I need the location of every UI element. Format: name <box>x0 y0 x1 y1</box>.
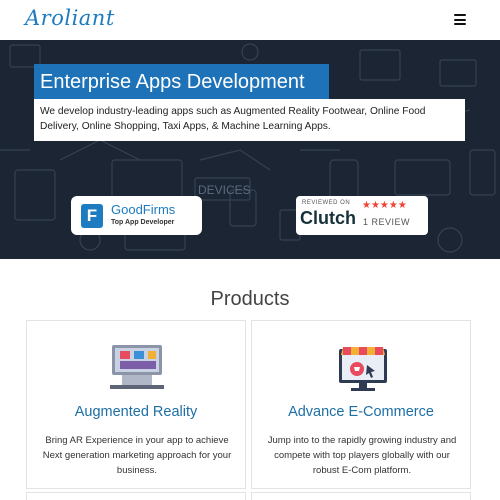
product-card-ecommerce[interactable]: Advance E-Commerce Jump into to the rapi… <box>251 320 471 489</box>
hamburger-menu-icon[interactable] <box>454 14 466 25</box>
product-card-augmented-reality[interactable]: Augmented Reality Bring AR Experience in… <box>26 320 246 489</box>
hero-banner: DEVICES Enterprise Apps Development We d… <box>0 40 500 259</box>
goodfirms-logo-icon: F <box>81 204 103 228</box>
site-header: Aroliant <box>0 0 500 40</box>
clutch-review-count: 1 REVIEW <box>363 217 411 227</box>
product-title[interactable]: Augmented Reality <box>27 404 245 420</box>
site-logo[interactable]: Aroliant <box>25 6 115 30</box>
product-title[interactable]: Advance E-Commerce <box>252 404 470 420</box>
ar-display-icon <box>110 345 164 389</box>
hero-description: We develop industry-leading apps such as… <box>34 99 465 141</box>
ecommerce-store-icon <box>339 347 387 391</box>
product-description: Bring AR Experience in your app to achie… <box>42 435 232 476</box>
clutch-reviewed-on: REVIEWED ON <box>302 200 351 206</box>
products-heading: Products <box>210 288 290 310</box>
product-description: Jump into to the rapidly growing industr… <box>267 435 457 476</box>
goodfirms-subtitle: Top App Developer <box>111 219 175 226</box>
hero-title: Enterprise Apps Development <box>34 64 329 100</box>
product-card-partial <box>251 492 471 500</box>
goodfirms-badge[interactable]: F GoodFirms Top App Developer <box>71 196 202 235</box>
clutch-star-rating-icon: ★★★★★ <box>362 200 407 211</box>
goodfirms-name: GoodFirms <box>111 202 176 217</box>
svg-text:DEVICES: DEVICES <box>198 183 251 197</box>
clutch-badge[interactable]: REVIEWED ON Clutch ★★★★★ 1 REVIEW <box>296 196 428 235</box>
product-card-partial <box>26 492 246 500</box>
clutch-logo: Clutch <box>300 208 356 228</box>
